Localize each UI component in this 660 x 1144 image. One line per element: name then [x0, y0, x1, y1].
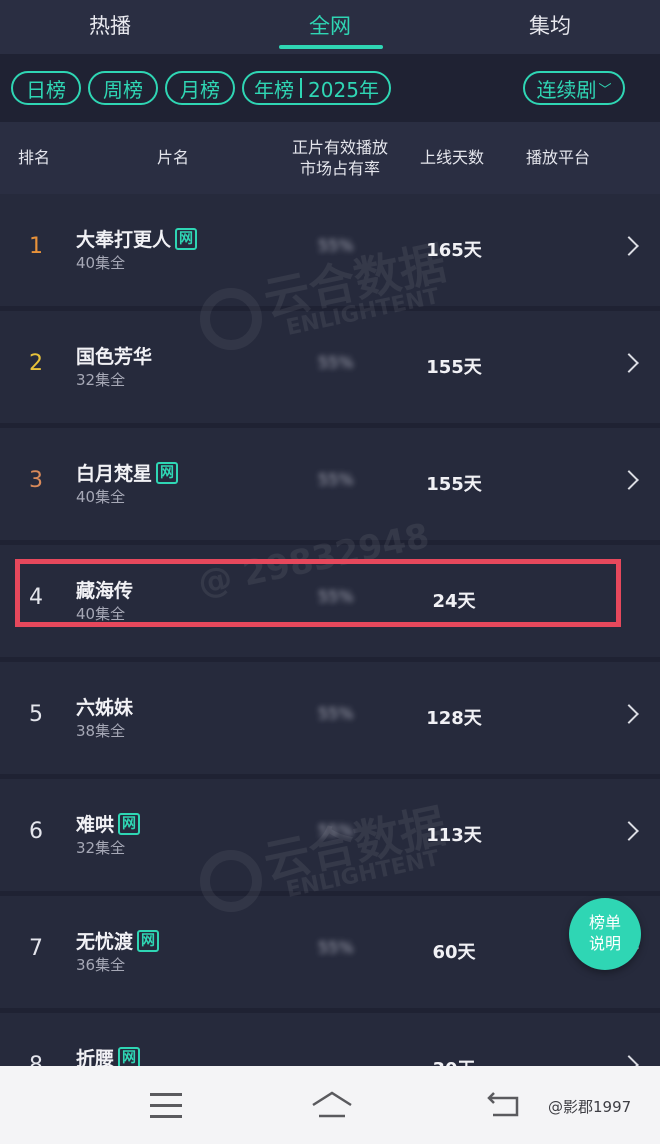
table-row[interactable]: 3 白月梵星网 40集全 55% 155天 — [0, 428, 660, 540]
header-title: 片名 — [157, 148, 190, 167]
rank-number: 2 — [29, 351, 43, 376]
episode-count: 32集全 — [76, 371, 126, 389]
header-platform: 播放平台 — [526, 148, 591, 167]
monthly-chart-button[interactable]: 月榜 — [165, 71, 235, 105]
float-button-line2: 说明 — [588, 934, 621, 953]
market-share-value: 55% — [318, 938, 354, 957]
category-label: 连续剧 — [536, 77, 597, 102]
tab-all-network[interactable]: 全网 — [308, 10, 352, 40]
rank-number: 7 — [29, 936, 43, 961]
market-share-value: 55% — [318, 470, 354, 489]
pill-divider — [300, 78, 303, 98]
drama-title-text: 难哄 — [76, 814, 115, 836]
chart-explanation-button[interactable]: 榜单 说明 — [569, 898, 641, 970]
watermark-logo-icon — [200, 288, 262, 350]
yearly-label: 年榜 — [254, 77, 295, 102]
network-badge: 网 — [156, 461, 179, 484]
drama-title: 难哄网 — [76, 810, 141, 837]
year-label: 2025年 — [308, 77, 379, 102]
market-share-value: 55% — [318, 353, 354, 372]
drama-title-text: 白月梵星 — [76, 463, 153, 485]
drama-title-text: 国色芳华 — [76, 346, 153, 368]
tab-episode-average[interactable]: 集均 — [528, 10, 572, 40]
drama-title-text: 六姊妹 — [76, 697, 134, 719]
chevron-right-icon[interactable] — [619, 353, 639, 373]
chevron-down-icon: ﹀ — [598, 82, 612, 98]
filter-bar: 日榜 周榜 月榜 年榜 2025年 连续剧 ﹀ — [0, 54, 660, 122]
header-days: 上线天数 — [420, 148, 485, 167]
days-online: 155天 — [426, 357, 482, 378]
daily-chart-button[interactable]: 日榜 — [11, 71, 81, 105]
drama-title-text: 大奉打更人 — [76, 229, 172, 251]
network-badge: 网 — [175, 227, 198, 250]
rank-number: 6 — [29, 819, 43, 844]
chevron-right-icon[interactable] — [619, 704, 639, 724]
days-online: 155天 — [426, 474, 482, 495]
episode-count: 40集全 — [76, 488, 126, 506]
system-nav-bar: @影郡1997 — [0, 1066, 660, 1144]
table-header: 排名 片名 正片有效播放 市场占有率 上线天数 播放平台 — [0, 122, 660, 194]
yearly-chart-button[interactable]: 年榜 2025年 — [242, 71, 391, 105]
header-market-share: 正片有效播放 市场占有率 — [290, 137, 390, 179]
rank-number: 5 — [29, 702, 43, 727]
drama-title-text: 无忧渡 — [76, 931, 134, 953]
float-button-line1: 榜单 — [588, 913, 621, 932]
top-tab-bar: 热播 全网 集均 — [0, 0, 660, 54]
menu-icon[interactable] — [150, 1093, 182, 1118]
drama-title: 国色芳华 — [76, 342, 152, 369]
header-share-line1: 正片有效播放 — [291, 138, 388, 157]
back-icon[interactable] — [487, 1090, 521, 1118]
table-row[interactable]: 7 无忧渡网 36集全 55% 60天 — [0, 896, 660, 1008]
chevron-right-icon[interactable] — [619, 470, 639, 490]
episode-count: 36集全 — [76, 956, 126, 974]
days-online: 60天 — [432, 942, 476, 963]
network-badge: 网 — [137, 929, 160, 952]
episode-count: 38集全 — [76, 722, 126, 740]
table-row[interactable]: 5 六姊妹 38集全 55% 128天 — [0, 662, 660, 774]
tab-hot[interactable]: 热播 — [88, 10, 132, 40]
drama-title: 白月梵星网 — [76, 459, 179, 486]
highlight-box — [15, 559, 621, 627]
drama-title: 大奉打更人网 — [76, 225, 198, 252]
chevron-right-icon[interactable] — [619, 236, 639, 256]
category-dropdown[interactable]: 连续剧 ﹀ — [523, 71, 625, 105]
active-tab-indicator — [279, 45, 383, 49]
author-credit: @影郡1997 — [548, 1098, 632, 1116]
drama-title: 无忧渡网 — [76, 927, 160, 954]
chevron-right-icon[interactable] — [619, 821, 639, 841]
watermark-logo-icon — [200, 850, 262, 912]
days-online: 128天 — [426, 708, 482, 729]
header-share-line2: 市场占有率 — [299, 159, 380, 178]
header-rank: 排名 — [18, 148, 51, 167]
home-icon[interactable] — [310, 1090, 354, 1120]
drama-title: 六姊妹 — [76, 693, 133, 720]
rank-number: 3 — [29, 468, 43, 493]
network-badge: 网 — [118, 812, 141, 835]
episode-count: 32集全 — [76, 839, 126, 857]
episode-count: 40集全 — [76, 254, 126, 272]
market-share-value: 55% — [318, 704, 354, 723]
rank-number: 1 — [29, 234, 43, 259]
weekly-chart-button[interactable]: 周榜 — [88, 71, 158, 105]
